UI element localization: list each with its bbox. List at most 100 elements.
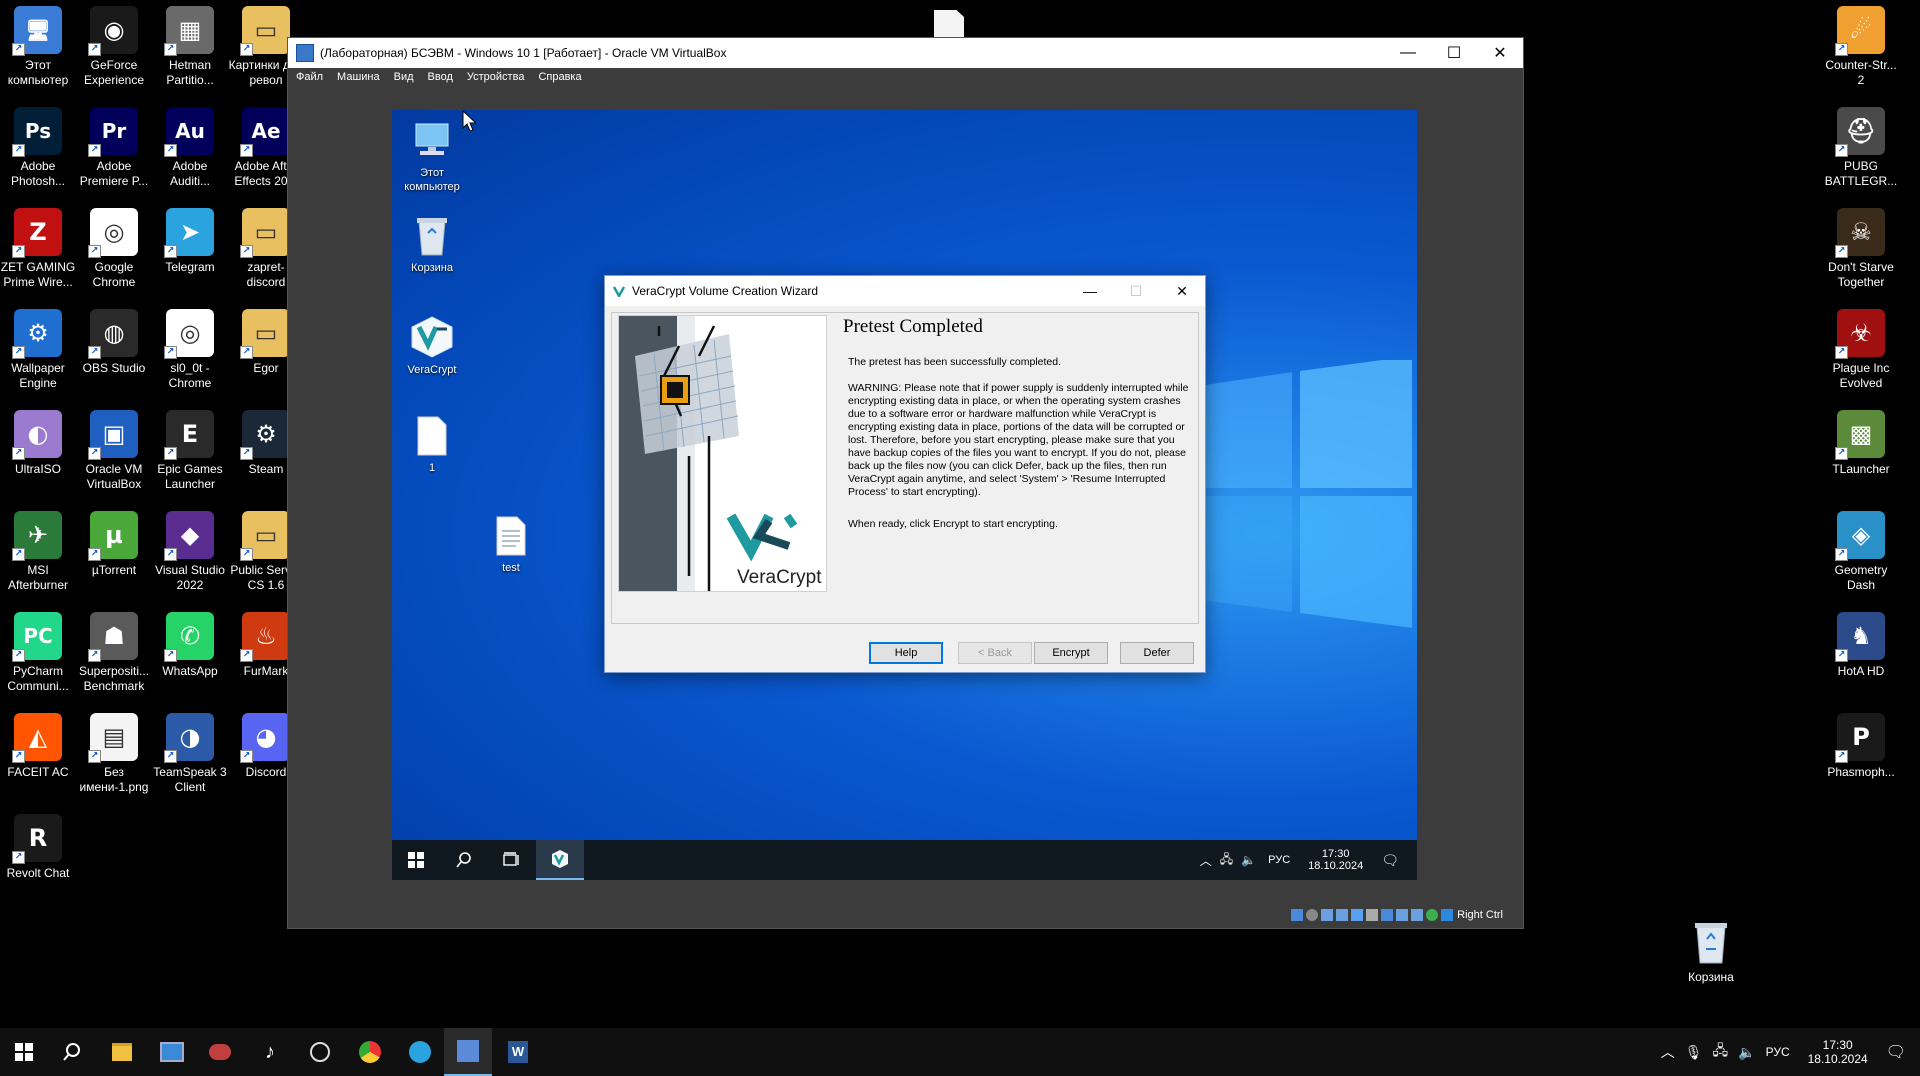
desktop-icon[interactable]: E ↗ Epic Games Launcher: [152, 410, 228, 492]
desktop-icon[interactable]: P ↗ Phasmoph...: [1823, 713, 1899, 780]
desktop-icon[interactable]: ◑ ↗ TeamSpeak 3 Client: [152, 713, 228, 795]
maximize-button[interactable]: ☐: [1431, 38, 1477, 68]
menu-machine[interactable]: Машина: [337, 71, 380, 83]
desktop-icon[interactable]: ✈ ↗ MSI Afterburner: [0, 511, 76, 593]
desktop-icon[interactable]: R ↗ Revolt Chat: [0, 814, 76, 881]
taskbar-app-obs[interactable]: [296, 1028, 344, 1076]
start-button[interactable]: [0, 1028, 48, 1076]
virtualbox-icon: [457, 1040, 479, 1062]
notification-icon[interactable]: 🗨: [1886, 1042, 1906, 1062]
desktop-icon-label: Revolt Chat: [6, 866, 70, 880]
taskbar-app-music[interactable]: ♪: [246, 1028, 294, 1076]
taskbar-file-explorer[interactable]: [98, 1028, 146, 1076]
desktop-icon-label: PyCharm Communi...: [7, 664, 69, 693]
menu-file[interactable]: Файл: [296, 71, 323, 83]
veracrypt-banner-image: VeraCrypt: [618, 315, 827, 592]
desktop-icon[interactable]: ◎ ↗ sl0_0t - Chrome: [152, 309, 228, 391]
windows-start-icon: [408, 852, 424, 868]
microphone-icon[interactable]: 🎙: [1685, 1044, 1703, 1061]
desktop-icon[interactable]: 🖥 ↗ Этот компьютер: [0, 6, 76, 88]
volume-icon[interactable]: 🔈: [1241, 853, 1256, 867]
hota-icon: ♞ ↗: [1835, 612, 1885, 662]
desktop-icon[interactable]: Ps ↗ Adobe Photosh...: [0, 107, 76, 189]
taskbar-app-monitor[interactable]: [148, 1028, 196, 1076]
tlauncher-icon: ▩ ↗: [1835, 410, 1885, 460]
desktop-icon[interactable]: ☠ ↗ Don't Starve Together: [1823, 208, 1899, 290]
help-button[interactable]: Help: [869, 642, 943, 664]
vbox-titlebar[interactable]: (Лабораторная) БСЭВМ - Windows 10 1 [Раб…: [288, 38, 1523, 68]
desktop-icon[interactable]: µ ↗ µTorrent: [76, 511, 152, 578]
desktop-icon[interactable]: ◐ ↗ UltraISO: [0, 410, 76, 477]
desktop-icon[interactable]: ⚙ ↗ Wallpaper Engine: [0, 309, 76, 391]
file-icon[interactable]: [934, 10, 964, 38]
menu-help[interactable]: Справка: [538, 71, 581, 83]
menu-view[interactable]: Вид: [394, 71, 414, 83]
desktop-icon[interactable]: ▤ ↗ Без имени-1.png: [76, 713, 152, 795]
desktop-icon[interactable]: ☗ ↗ Superpositi... Benchmark: [76, 612, 152, 694]
minimize-button[interactable]: —: [1385, 38, 1431, 68]
desktop-icon[interactable]: ▣ ↗ Oracle VM VirtualBox: [76, 410, 152, 492]
desktop-icon[interactable]: ☄ ↗ Counter-Str... 2: [1823, 6, 1899, 88]
shortcut-arrow-icon: ↗: [240, 750, 253, 763]
guest-icon-file-test[interactable]: test: [476, 515, 546, 575]
desktop-icon[interactable]: ▩ ↗ TLauncher: [1823, 410, 1899, 477]
desktop-icon[interactable]: ◎ ↗ Google Chrome: [76, 208, 152, 290]
desktop-icon[interactable]: ☣ ↗ Plague Inc Evolved: [1823, 309, 1899, 391]
shortcut-arrow-icon: ↗: [1835, 548, 1848, 561]
recycle-bin-icon: [417, 218, 447, 256]
guest-icon-label: test: [502, 562, 520, 574]
veracrypt-wizard-dialog[interactable]: VeraCrypt Volume Creation Wizard — ☐ ✕ V…: [604, 275, 1206, 673]
desktop-icon[interactable]: ♞ ↗ HotA HD: [1823, 612, 1899, 679]
menu-devices[interactable]: Устройства: [467, 71, 525, 83]
desktop-icon[interactable]: Z ↗ ZET GAMING Prime Wire...: [0, 208, 76, 290]
status-icons[interactable]: [1291, 909, 1454, 921]
desktop-icon[interactable]: ▦ ↗ Hetman Partitio...: [152, 6, 228, 88]
dialog-minimize-button[interactable]: —: [1067, 276, 1113, 306]
guest-start-button[interactable]: [392, 840, 440, 880]
network-icon[interactable]: 🖧: [1220, 850, 1233, 871]
shortcut-arrow-icon: ↗: [1835, 649, 1848, 662]
desktop-icon[interactable]: ➤ ↗ Telegram: [152, 208, 228, 275]
taskbar-app-telegram[interactable]: [396, 1028, 444, 1076]
desktop-icon[interactable]: ◭ ↗ FACEIT AC: [0, 713, 76, 780]
search-button[interactable]: [48, 1028, 96, 1076]
desktop-icon[interactable]: PC ↗ PyCharm Communi...: [0, 612, 76, 694]
taskbar-app-virtualbox[interactable]: [444, 1028, 492, 1076]
taskbar-app-game[interactable]: [196, 1028, 244, 1076]
desktop-icon-label: Don't Starve Together: [1828, 260, 1894, 289]
taskbar-app-word[interactable]: W: [494, 1028, 542, 1076]
host-lang[interactable]: РУС: [1766, 1045, 1790, 1059]
menu-input[interactable]: Ввод: [428, 71, 453, 83]
plague-inc-icon: ☣ ↗: [1835, 309, 1885, 359]
network-icon[interactable]: 🖧: [1713, 1040, 1729, 1064]
guest-search-button[interactable]: [440, 840, 488, 880]
close-button[interactable]: ✕: [1477, 38, 1523, 68]
guest-icon-file-1[interactable]: 1: [397, 415, 467, 475]
guest-icon-veracrypt[interactable]: VeraCrypt: [397, 315, 467, 377]
guest-icon-this-pc[interactable]: Этот компьютер: [392, 120, 472, 194]
desktop-icon[interactable]: Pr ↗ Adobe Premiere P...: [76, 107, 152, 189]
desktop-icon[interactable]: Au ↗ Adobe Auditi...: [152, 107, 228, 189]
desktop-icon[interactable]: ◆ ↗ Visual Studio 2022: [152, 511, 228, 593]
chevron-up-icon[interactable]: ︿: [1200, 852, 1212, 869]
desktop-icon[interactable]: ✆ ↗ WhatsApp: [152, 612, 228, 679]
desktop-icon[interactable]: ◍ ↗ OBS Studio: [76, 309, 152, 376]
host-clock[interactable]: 17:30 18.10.2024: [1808, 1038, 1868, 1066]
guest-taskbar-veracrypt[interactable]: [536, 840, 584, 880]
taskbar-app-chrome[interactable]: [346, 1028, 394, 1076]
guest-lang[interactable]: РУС: [1268, 854, 1290, 866]
defer-button[interactable]: Defer: [1120, 642, 1194, 664]
dialog-titlebar[interactable]: VeraCrypt Volume Creation Wizard — ☐ ✕: [605, 276, 1205, 306]
desktop-icon[interactable]: ◈ ↗ Geometry Dash: [1823, 511, 1899, 593]
guest-clock[interactable]: 17:30 18.10.2024: [1308, 848, 1363, 872]
desktop-icon[interactable]: ◉ ↗ GeForce Experience: [76, 6, 152, 88]
chevron-up-icon[interactable]: ︿: [1661, 1042, 1675, 1062]
encrypt-button[interactable]: Encrypt: [1034, 642, 1108, 664]
guest-task-view-button[interactable]: [488, 840, 536, 880]
recycle-bin[interactable]: Корзина: [1673, 918, 1749, 985]
desktop-icon[interactable]: ⛑ ↗ PUBG BATTLEGR...: [1823, 107, 1899, 189]
guest-icon-recycle-bin[interactable]: Корзина: [397, 215, 467, 275]
dialog-close-button[interactable]: ✕: [1159, 276, 1205, 306]
volume-icon[interactable]: 🔈: [1738, 1044, 1755, 1061]
notification-icon[interactable]: 🗨: [1381, 852, 1399, 869]
